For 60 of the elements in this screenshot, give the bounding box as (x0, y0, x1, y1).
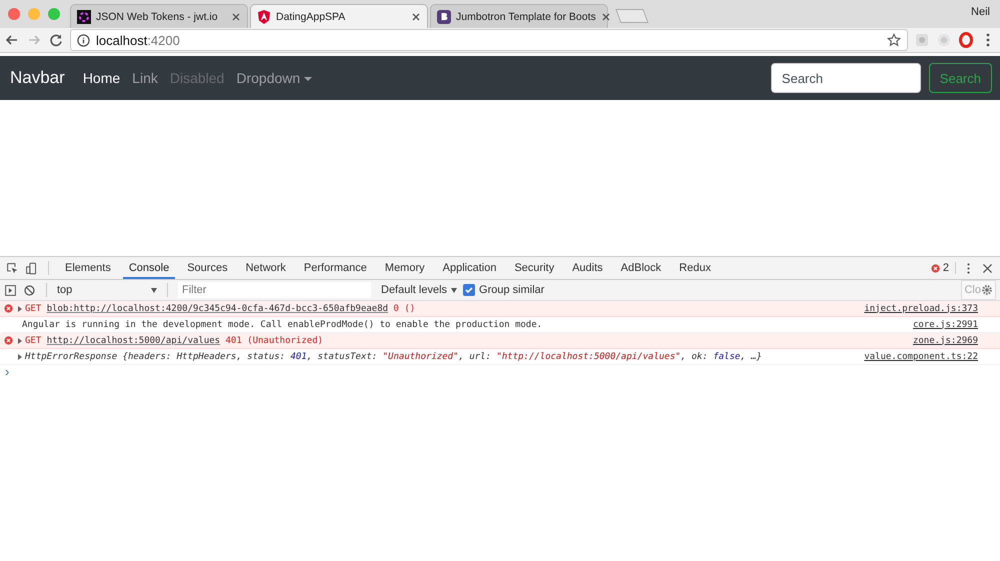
error-message: GET blob:http://localhost:4200/9c345c94-0cfa-467d-bcc3-650afb9eae8d 0 () (25, 304, 416, 314)
search-button[interactable]: Search (928, 63, 992, 93)
close-tab-icon[interactable] (231, 12, 241, 22)
expand-arrow-icon[interactable] (18, 338, 22, 344)
info-icon (77, 34, 90, 46)
navbar-brand[interactable]: Navbar (10, 68, 65, 88)
devtools-tab[interactable]: AdBlock (614, 257, 668, 279)
devtools-tab[interactable]: Performance (298, 257, 373, 279)
levels-dropdown[interactable]: Default levels (381, 284, 458, 296)
nav-link[interactable]: Link (126, 70, 164, 86)
source-link[interactable]: inject.preload.js:373 (864, 304, 978, 314)
error-icon (4, 336, 13, 345)
source-link[interactable]: zone.js:2969 (912, 336, 978, 346)
error-message: GET http://localhost:5000/api/values 401 (Unauthorized) (25, 336, 324, 346)
address-field[interactable]: localhost:4200 (70, 29, 908, 51)
devtools-tab[interactable]: Memory (378, 257, 431, 279)
error-icon (4, 304, 13, 313)
inspect-icon[interactable] (6, 262, 19, 274)
profile-name[interactable]: Neil (971, 6, 990, 18)
devtools-tab[interactable]: Sources (181, 257, 234, 279)
checkbox[interactable] (463, 284, 476, 296)
bookmark-star-icon[interactable] (887, 33, 901, 47)
expand-arrow-icon[interactable] (18, 306, 22, 312)
clear-console-icon[interactable] (23, 284, 36, 296)
error-icon (930, 264, 940, 272)
b-logo-icon (437, 10, 451, 24)
expand-arrow-icon[interactable] (18, 354, 22, 360)
filter-field[interactable]: Filter (178, 282, 371, 298)
log-message: Angular is running in the development mode. Call enableProdMode() to enable the production mode. (22, 320, 542, 330)
devtools-tab[interactable]: Audits (566, 257, 609, 279)
devtools-tab[interactable]: Security (508, 257, 560, 279)
nav-link[interactable]: Dropdown (230, 70, 318, 86)
shield-logo-icon (257, 10, 271, 24)
close-icon[interactable] (981, 262, 994, 274)
source-link[interactable]: core.js:2991 (912, 320, 978, 330)
search-field[interactable]: Search (770, 63, 921, 93)
browser-tab[interactable]: DatingAppSPA (250, 4, 428, 28)
object-message: HttpErrorResponse {headers: HttpHeaders, status: 401, statusText: "Unauthorized", url: "http://localhost:5000/api/values", ok: false, …} (25, 352, 762, 362)
url-link[interactable]: http://localhost:5000/api/values (46, 336, 220, 346)
context-select[interactable]: top (57, 284, 157, 296)
browser-tab[interactable]: JSON Web Tokens - jwt.io (70, 4, 248, 28)
close-tab-icon[interactable] (411, 12, 421, 22)
close-tab-icon[interactable] (600, 12, 611, 22)
error-count[interactable]: 2 (930, 262, 956, 274)
devtools-tab[interactable]: Elements (59, 257, 117, 279)
reload-icon[interactable] (48, 32, 64, 48)
source-link[interactable]: value.component.ts:22 (864, 352, 978, 362)
jwt-logo-icon (77, 10, 91, 24)
browser-tab[interactable]: Jumbotron Template for Boots (430, 4, 608, 28)
settings-icon[interactable] (981, 284, 993, 296)
devtools-tab[interactable]: Redux (673, 257, 717, 279)
url-link[interactable]: blob:http://localhost:4200/9c345c94-0cfa-467d-bcc3-650afb9eae8d (46, 304, 388, 314)
devtools-tab[interactable]: Application (436, 257, 502, 279)
checkbox-label[interactable]: Group similar (479, 284, 544, 296)
console-prompt[interactable]: › (5, 364, 10, 379)
device-icon[interactable] (25, 262, 38, 274)
sidebar-toggle-icon[interactable] (4, 284, 17, 296)
devtools-tab[interactable]: Network (240, 257, 292, 279)
settings-label: Clo (964, 284, 981, 296)
nav-link[interactable]: Home (76, 70, 126, 86)
